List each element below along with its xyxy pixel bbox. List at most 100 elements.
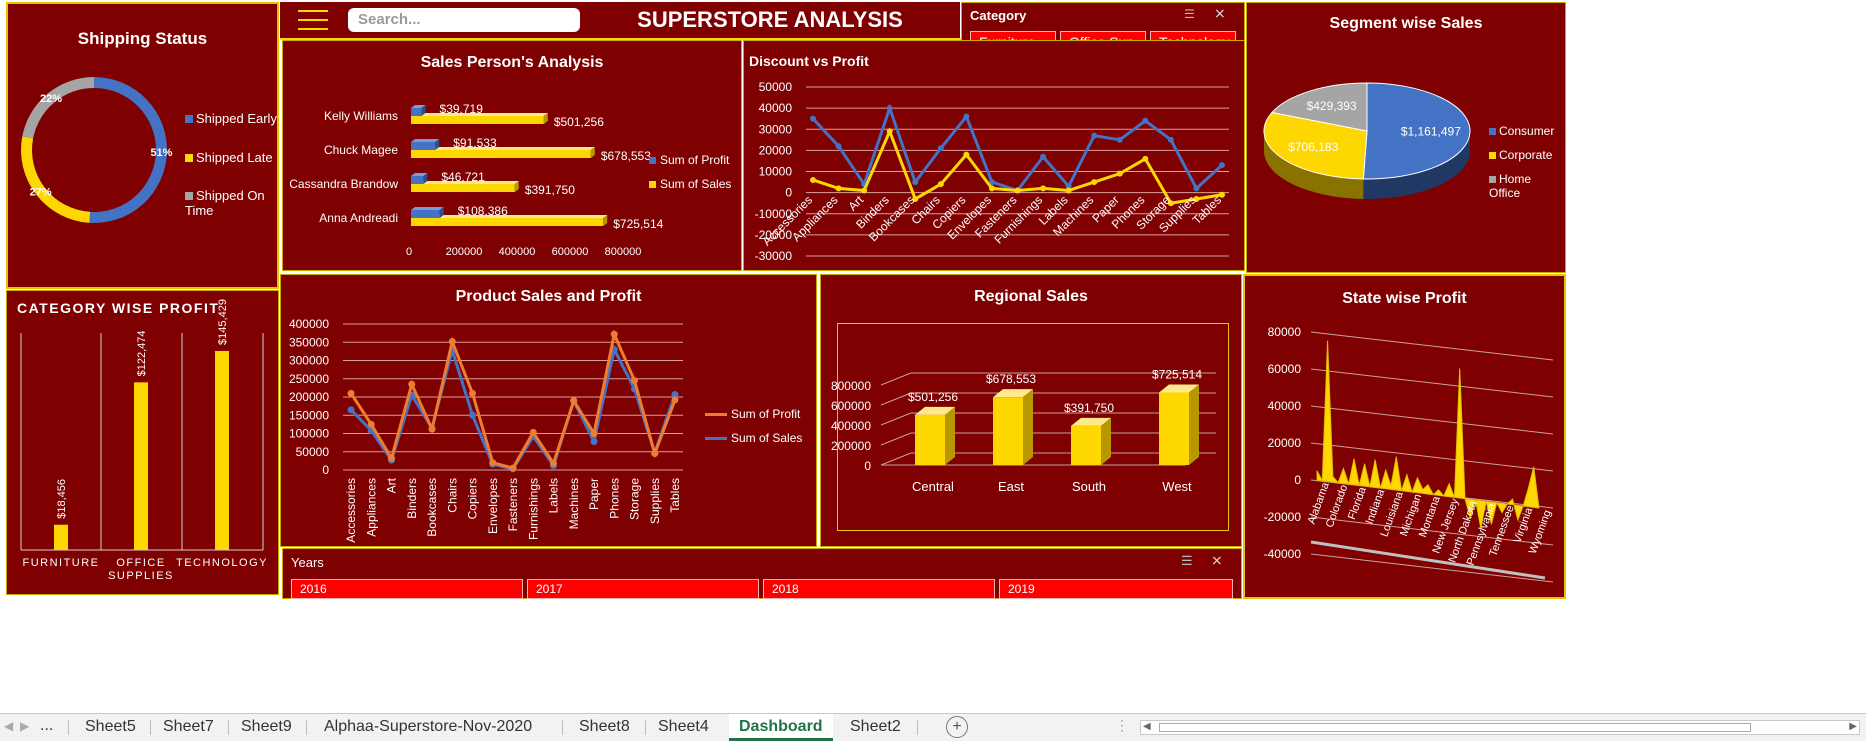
scrollbar-thumb[interactable]	[1159, 723, 1751, 732]
y-tick-label: 0	[864, 459, 871, 473]
series-point	[1193, 185, 1200, 192]
series-point	[937, 145, 944, 152]
series-point	[861, 187, 868, 194]
year-item-2017[interactable]: 2017	[527, 579, 759, 599]
hamburger-menu-icon[interactable]	[298, 10, 328, 32]
region-bar	[993, 397, 1023, 465]
tab-sheet4[interactable]: Sheet4	[648, 714, 719, 741]
y-tick-label: -20000	[1264, 510, 1302, 524]
y-tick-label: 0	[1294, 473, 1301, 487]
series-point	[1219, 191, 1225, 198]
region-value-label: $501,256	[908, 390, 958, 404]
y-tick-label: 250000	[289, 372, 329, 386]
add-sheet-button[interactable]: +	[946, 716, 968, 738]
legend-swatch-blue	[1489, 128, 1496, 135]
x-category-label: Machines	[567, 478, 581, 529]
scroll-left-arrow-icon[interactable]: ◀	[1143, 721, 1151, 732]
y-tick-label: 200000	[831, 439, 871, 453]
y-tick-label: 400000	[831, 419, 871, 433]
category-profit-value: $145,429	[217, 299, 229, 345]
series-point	[810, 176, 816, 183]
pie-value-label: $1,161,497	[1401, 125, 1461, 139]
header-bar: Search... SUPERSTORE ANALYSIS	[280, 2, 960, 38]
gridline	[1310, 553, 1554, 583]
series-point	[1142, 155, 1149, 162]
series-point	[590, 430, 598, 437]
tab-alphaa-superstore[interactable]: Alphaa-Superstore-Nov-2020	[314, 714, 542, 741]
year-item-2016[interactable]: 2016	[291, 579, 523, 599]
discount-profit-panel: Discount vs Profit 50000 40000 30000 20000 1…	[743, 40, 1245, 271]
series-point	[835, 185, 842, 192]
legend-home-office: Home Office	[1489, 172, 1532, 200]
tab-sheet2[interactable]: Sheet2	[840, 714, 911, 741]
year-item-2018[interactable]: 2018	[763, 579, 995, 599]
category-profit-value: $18,456	[56, 479, 68, 519]
scroll-right-arrow-icon[interactable]: ▶	[1849, 721, 1857, 732]
horizontal-scrollbar[interactable]: ◀ ▶	[1140, 720, 1860, 735]
x-category-label: Binders	[405, 478, 419, 519]
region-category-label: West	[1162, 479, 1192, 494]
tab-separator	[68, 720, 69, 735]
year-item-2019[interactable]: 2019	[999, 579, 1233, 599]
tab-dashboard[interactable]: Dashboard	[729, 714, 833, 741]
series-point	[886, 128, 893, 135]
tab-sheet7[interactable]: Sheet7	[153, 714, 224, 741]
y-tick-label: -30000	[755, 249, 793, 263]
y-tick-label: 10000	[759, 165, 793, 179]
regional-sales-panel: Regional Sales 800000 600000 400000 200000 0…	[820, 274, 1242, 547]
years-multi-select-icon[interactable]: ☰	[1181, 553, 1193, 569]
tab-scroll-left-icon[interactable]: ◀	[4, 719, 13, 733]
years-clear-filter-icon[interactable]: ⨯	[1211, 552, 1223, 569]
series-point	[388, 454, 395, 462]
series-point	[886, 105, 893, 112]
segment-pie-chart: $1,161,497 $706,183 $429,393	[1263, 82, 1471, 199]
series-point	[590, 438, 598, 446]
series-point	[1116, 136, 1123, 143]
series-point	[469, 389, 476, 397]
y-tick-label: -40000	[1264, 547, 1302, 561]
pie-value-label: $429,393	[1307, 99, 1357, 113]
tab-sheet5[interactable]: Sheet5	[75, 714, 146, 741]
clear-filter-icon[interactable]: ⨯	[1214, 5, 1232, 21]
donut-pct-label: 51%	[150, 147, 172, 159]
x-category-label: Tables	[668, 478, 682, 513]
tab-separator	[228, 720, 229, 735]
series-point	[347, 406, 355, 414]
tab-scroll-right-icon[interactable]: ▶	[20, 719, 29, 733]
shipping-status-panel: Shipping Status 51% 27% 22% Shipped Early …	[6, 2, 279, 289]
legend-line-orange	[705, 413, 727, 417]
tab-sheet9[interactable]: Sheet9	[231, 714, 302, 741]
legend-swatch-gold	[1489, 152, 1496, 159]
y-tick-label: 50000	[296, 445, 330, 459]
profit-bar	[411, 108, 422, 116]
tab-sheet8[interactable]: Sheet8	[569, 714, 640, 741]
x-category-label: Art	[385, 477, 399, 493]
x-category-label: Envelopes	[486, 478, 500, 534]
sales-value-label: $678,553	[601, 149, 651, 163]
category-slicer-title: Category	[970, 8, 1027, 23]
gridline	[1310, 331, 1554, 361]
donut-pct-label: 22%	[40, 93, 62, 105]
category-label: SUPPLIES	[108, 570, 174, 582]
category-label: FURNITURE	[22, 557, 99, 569]
y-tick-label: 30000	[759, 122, 793, 136]
profit-value-label: $108,386	[458, 204, 508, 218]
series-line	[349, 329, 677, 470]
sales-bar	[411, 218, 604, 226]
multi-select-icon[interactable]: ☰	[1184, 7, 1200, 21]
gridline	[1310, 405, 1554, 435]
tab-overflow[interactable]: ...	[40, 717, 53, 735]
sales-value-label: $501,256	[554, 115, 604, 129]
legend-consumer: Consumer	[1489, 124, 1554, 138]
tab-bar-resize-handle[interactable]: ⋮	[1115, 717, 1129, 734]
search-input[interactable]: Search...	[348, 8, 580, 32]
y-tick-label: 20000	[759, 143, 793, 157]
y-tick-label: 400000	[289, 317, 329, 331]
grid-diag	[880, 412, 912, 426]
series-line	[811, 103, 1224, 193]
y-tick-label: 800000	[831, 379, 871, 393]
series-point	[1116, 170, 1123, 177]
series-point	[651, 450, 659, 458]
y-tick-label: 80000	[1268, 325, 1302, 339]
series-point	[489, 459, 497, 467]
